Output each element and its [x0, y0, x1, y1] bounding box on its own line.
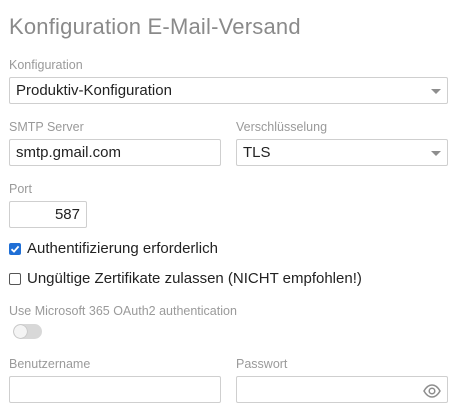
caret-down-icon: [431, 151, 441, 156]
encryption-select[interactable]: TLS: [236, 139, 448, 166]
auth-required-checkbox[interactable]: [9, 242, 21, 255]
encryption-label: Verschlüsselung: [236, 120, 328, 134]
auth-required-label: Authentifizierung erforderlich: [27, 240, 218, 257]
smtp-server-input[interactable]: smtp.gmail.com: [9, 139, 221, 166]
password-label: Passwort: [236, 357, 288, 371]
username-input[interactable]: [9, 376, 221, 403]
page-title: Konfiguration E-Mail-Versand: [9, 14, 301, 39]
konfiguration-value: Produktiv-Konfiguration: [16, 82, 172, 99]
oauth-toggle[interactable]: [13, 324, 42, 339]
caret-down-icon: [431, 89, 441, 94]
smtp-server-value: smtp.gmail.com: [16, 144, 122, 161]
checkmark-icon: [10, 245, 20, 253]
konfiguration-label: Konfiguration: [9, 58, 83, 72]
eye-icon[interactable]: [423, 382, 441, 398]
smtp-server-label: SMTP Server: [9, 120, 84, 134]
invalid-certs-row[interactable]: Ungültige Zertifikate zulassen (NICHT em…: [9, 270, 362, 287]
oauth-label: Use Microsoft 365 OAuth2 authentication: [9, 304, 237, 318]
port-value: 587: [54, 206, 80, 223]
invalid-certs-checkbox[interactable]: [9, 272, 21, 285]
port-input[interactable]: 587: [9, 201, 87, 228]
toggle-knob: [14, 325, 27, 338]
encryption-value: TLS: [243, 144, 271, 161]
password-input[interactable]: [236, 376, 448, 403]
invalid-certs-label: Ungültige Zertifikate zulassen (NICHT em…: [27, 270, 362, 287]
auth-required-row[interactable]: Authentifizierung erforderlich: [9, 240, 218, 257]
port-label: Port: [9, 182, 32, 196]
username-label: Benutzername: [9, 357, 91, 371]
konfiguration-select[interactable]: Produktiv-Konfiguration: [9, 77, 448, 104]
